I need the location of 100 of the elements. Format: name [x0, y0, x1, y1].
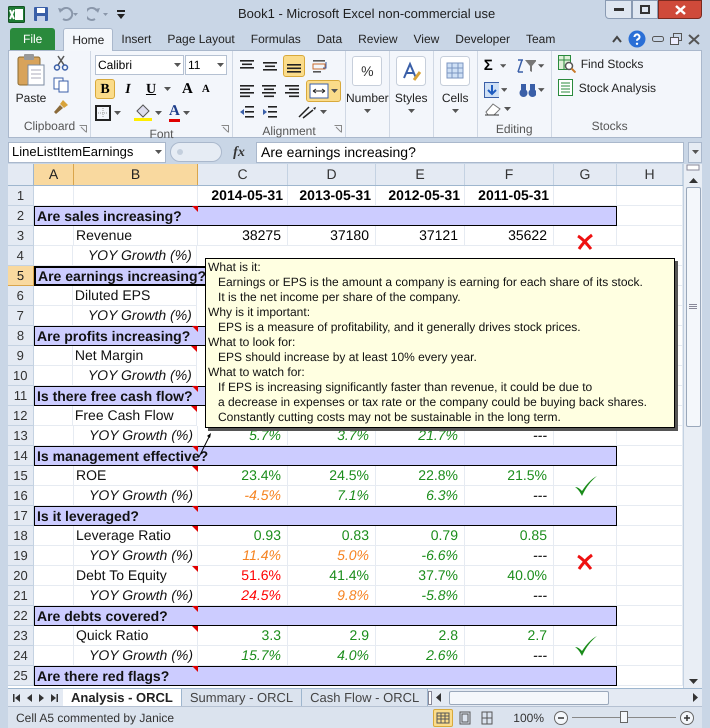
table-cell[interactable]: 2.8 — [376, 626, 465, 646]
table-cell[interactable]: 23.4% — [198, 466, 288, 486]
row-header[interactable]: 6 — [8, 286, 34, 306]
autosum-button[interactable]: Σ — [484, 55, 498, 78]
formula-field[interactable]: Are earnings increasing? — [256, 142, 684, 162]
row-header[interactable]: 24 — [8, 646, 34, 666]
comment-heading: What to watch for: — [208, 365, 306, 380]
row-header[interactable]: 5 — [8, 266, 34, 286]
row-header[interactable]: 11 — [8, 386, 34, 406]
section-heading: Are sales increasing? — [34, 206, 617, 226]
percent-button[interactable]: % — [352, 56, 382, 86]
row-header[interactable]: 20 — [8, 566, 34, 586]
shrink-font-button[interactable]: A — [202, 81, 210, 98]
bold-button[interactable]: B — [95, 79, 115, 100]
ribbon-tab[interactable]: Home — [63, 28, 114, 51]
section-heading: Are debts covered? — [34, 606, 617, 626]
ribbon-tab[interactable]: Review — [350, 28, 406, 50]
stock-analysis-button[interactable]: Stock Analysis — [578, 79, 656, 97]
table-cell[interactable]: 22.8% — [376, 466, 465, 486]
table-cell[interactable]: 0.93 — [198, 526, 288, 546]
table-cell[interactable]: 38275 — [198, 226, 288, 246]
name-box[interactable]: LineListItemEarnings — [8, 142, 166, 162]
ribbon-tab[interactable]: Team — [518, 28, 564, 50]
row-header[interactable]: 13 — [8, 426, 34, 446]
row-header[interactable]: 19 — [8, 546, 34, 566]
table-cell[interactable]: 2.9 — [288, 626, 376, 646]
row-header[interactable]: 18 — [8, 526, 34, 546]
row-header[interactable]: 9 — [8, 346, 34, 366]
ribbon-tab[interactable]: Data — [308, 28, 350, 50]
ribbon-tab[interactable]: View — [406, 28, 448, 50]
row-header[interactable]: 15 — [8, 466, 34, 486]
row-header[interactable]: 16 — [8, 486, 34, 506]
table-cell[interactable]: Revenue — [74, 226, 198, 246]
table-cell[interactable]: 0.85 — [465, 526, 554, 546]
ribbon-tab[interactable]: Formulas — [242, 28, 309, 50]
find-stocks-button[interactable]: Find Stocks — [580, 55, 644, 73]
group-label: Alignment — [262, 123, 316, 140]
column-header[interactable]: C — [198, 164, 288, 185]
font-size-field[interactable]: 11 — [185, 55, 227, 75]
font-color-button[interactable]: A — [169, 104, 180, 122]
italic-button[interactable]: I — [118, 79, 138, 100]
section-heading: Is management effective? — [34, 446, 617, 466]
column-header[interactable]: E — [376, 164, 465, 185]
row-header[interactable]: 17 — [8, 506, 34, 526]
font-name-field[interactable]: Calibri — [95, 55, 184, 75]
table-cell[interactable]: 41.4% — [288, 566, 376, 586]
paste-button[interactable]: Paste — [16, 89, 46, 107]
sheet-tab[interactable]: Summary - ORCL — [182, 688, 302, 706]
row-header[interactable]: 2 — [8, 206, 34, 226]
row-header[interactable]: 21 — [8, 586, 34, 606]
table-cell[interactable]: 35622 — [465, 226, 554, 246]
row-header[interactable]: 3 — [8, 226, 34, 246]
sheet-tab[interactable]: Cash Flow - ORCL — [302, 688, 428, 706]
zoom-level[interactable]: 100% — [513, 708, 544, 726]
sheet-tab[interactable]: Analysis - ORCL — [63, 688, 182, 706]
row-header[interactable]: 23 — [8, 626, 34, 646]
underline-button[interactable]: U — [141, 79, 161, 100]
table-cell[interactable]: 37180 — [288, 226, 376, 246]
table-cell[interactable]: 24.5% — [288, 466, 376, 486]
row-header[interactable]: 1 — [8, 186, 34, 206]
table-cell[interactable]: 40.0% — [465, 566, 554, 586]
column-header[interactable]: D — [288, 164, 376, 185]
row-header[interactable]: 14 — [8, 446, 34, 466]
ribbon-tab[interactable]: Insert — [113, 28, 160, 50]
table-cell[interactable]: 3.3 — [198, 626, 288, 646]
row-header[interactable]: 8 — [8, 326, 34, 346]
table-cell[interactable]: 37121 — [376, 226, 465, 246]
column-header[interactable]: A — [34, 164, 74, 185]
ribbon-tab[interactable]: Page Layout — [159, 28, 243, 50]
column-header[interactable]: G — [554, 164, 617, 185]
comment-text: EPS should increase by at least 10% every year. — [217, 350, 478, 365]
table-cell[interactable]: 51.6% — [198, 566, 288, 586]
table-cell[interactable]: --- — [465, 546, 554, 566]
row-header[interactable]: 4 — [8, 246, 34, 266]
table-cell[interactable]: YOY Growth (%) — [74, 546, 198, 566]
row-header[interactable]: 12 — [8, 406, 34, 426]
table-cell[interactable]: 0.79 — [376, 526, 465, 546]
column-header[interactable]: B — [74, 164, 198, 185]
insert-function-button[interactable]: fx — [226, 142, 252, 162]
styles-button[interactable]: Styles — [394, 89, 428, 107]
table-cell[interactable]: 21.5% — [465, 466, 554, 486]
column-header[interactable]: F — [465, 164, 554, 185]
row-header[interactable]: 22 — [8, 606, 34, 626]
ribbon-tab[interactable]: File — [10, 28, 56, 50]
status-text: Cell A5 commented by Janice — [16, 710, 174, 726]
comment-text: It is the net income per share of the company. — [217, 290, 462, 305]
table-cell[interactable]: Diluted EPS — [72, 286, 197, 306]
grow-font-button[interactable]: A — [182, 78, 193, 100]
number-button[interactable]: Number — [346, 89, 389, 107]
table-cell[interactable]: 37.7% — [376, 566, 465, 586]
row-header[interactable]: 25 — [8, 666, 34, 686]
ribbon-tab[interactable]: Developer — [447, 28, 518, 50]
row-header[interactable]: 7 — [8, 306, 34, 326]
row-header[interactable]: 10 — [8, 366, 34, 386]
group-label: Font — [149, 126, 174, 142]
table-cell[interactable]: 0.83 — [288, 526, 376, 546]
table-cell[interactable]: 2.7 — [465, 626, 554, 646]
table-cell[interactable]: -6.6% — [376, 546, 465, 566]
cells-button[interactable]: Cells — [442, 89, 469, 107]
group-label: Editing — [496, 120, 533, 138]
